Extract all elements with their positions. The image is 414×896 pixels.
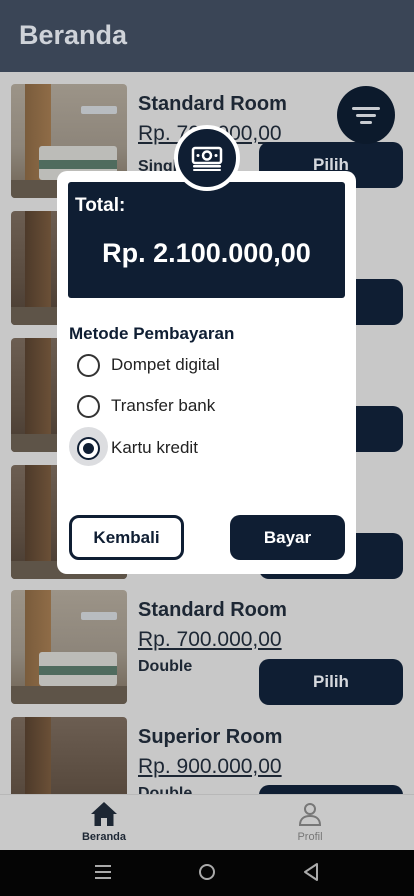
back-button[interactable]: Kembali [69, 515, 184, 560]
room-name: Superior Room [138, 726, 283, 748]
option-label: Kartu kredit [111, 438, 198, 457]
radio-button[interactable] [77, 394, 100, 418]
payment-dialog: Total: Rp. 2.100.000,00 Metode Pembayara… [57, 171, 356, 574]
nav-item-beranda[interactable]: Beranda [44, 801, 164, 843]
option-label: Dompet digital [111, 355, 220, 374]
room-name: Standard Room [138, 599, 287, 621]
room-type: Double [138, 658, 193, 675]
bottom-navigation: Beranda Profil [0, 794, 414, 850]
room-image [11, 590, 127, 704]
page-title: Beranda [19, 20, 128, 50]
total-value: Rp. 2.100.000,00 [102, 238, 311, 268]
dialog-badge [174, 125, 240, 191]
room-name: Standard Room [138, 93, 287, 115]
room-price: Rp. 700.000,00 [138, 628, 282, 651]
recent-apps-icon[interactable] [94, 862, 112, 882]
room-price: Rp. 900.000,00 [138, 755, 282, 778]
radio-button-selected[interactable] [77, 436, 100, 460]
system-navigation-bar [0, 850, 414, 896]
app-bar: Beranda [0, 0, 414, 72]
nav-item-profil[interactable]: Profil [250, 801, 370, 843]
filter-icon [352, 103, 380, 128]
payment-method-title: Metode Pembayaran [69, 324, 235, 343]
nav-label: Beranda [81, 831, 127, 843]
room-type: Double [138, 785, 193, 794]
total-box: Total: Rp. 2.100.000,00 [68, 182, 345, 298]
pay-button[interactable]: Bayar [230, 515, 345, 560]
filter-button[interactable] [337, 86, 395, 144]
money-icon [191, 146, 223, 171]
nav-label: Profil [297, 831, 323, 843]
back-icon[interactable] [302, 862, 320, 882]
pick-button[interactable] [259, 785, 403, 794]
option-transfer-bank[interactable]: Transfer bank [77, 393, 215, 419]
home-system-icon[interactable] [197, 862, 217, 882]
room-card[interactable]: Superior Room Rp. 900.000,00 Double [0, 705, 414, 794]
option-dompet-digital[interactable]: Dompet digital [77, 352, 220, 378]
person-icon [298, 803, 322, 826]
option-kartu-kredit[interactable]: Kartu kredit [69, 427, 198, 466]
room-image [11, 717, 127, 794]
radio-button[interactable] [77, 353, 100, 377]
pick-button[interactable]: Pilih [259, 659, 403, 705]
total-label: Total: [75, 195, 126, 216]
option-label: Transfer bank [111, 396, 216, 415]
room-card[interactable]: Standard Room Rp. 700.000,00 Double Pili… [0, 578, 414, 705]
home-icon [91, 802, 117, 826]
